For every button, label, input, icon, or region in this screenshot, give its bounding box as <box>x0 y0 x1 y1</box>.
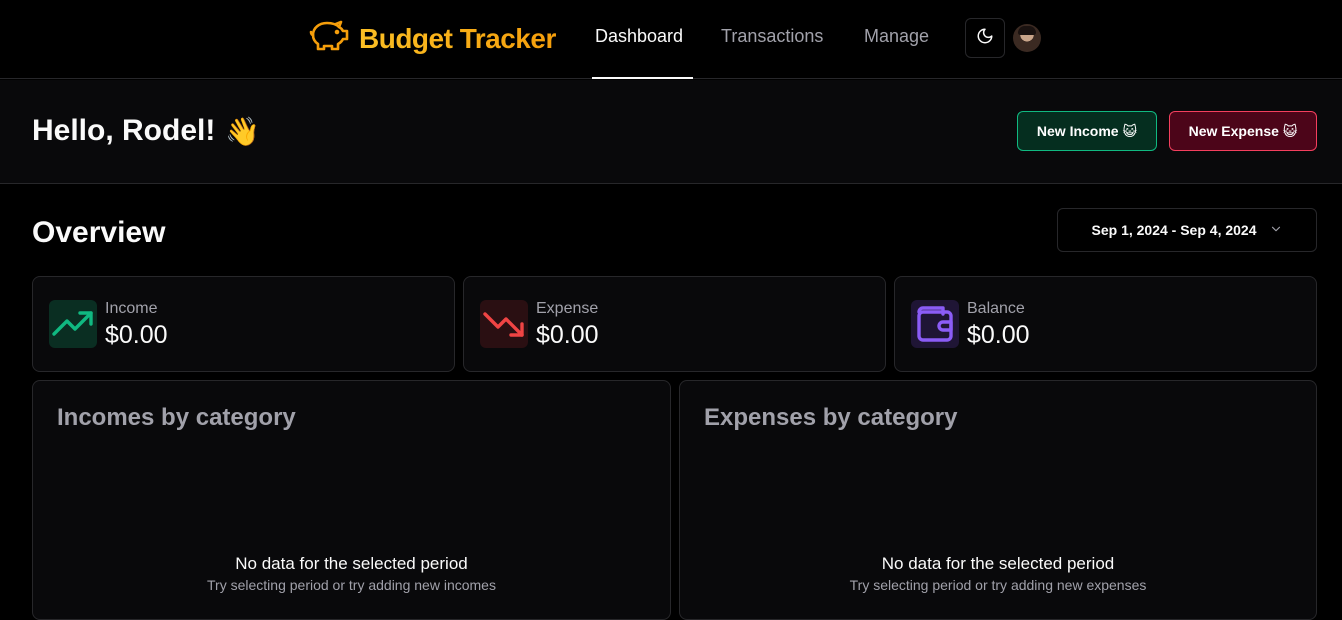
trending-down-icon <box>480 300 528 348</box>
expense-stat-card: Expense $0.00 <box>463 276 886 372</box>
brand-name: Budget Tracker <box>359 22 556 54</box>
new-income-button[interactable]: New Income 😺 <box>1017 111 1157 151</box>
user-avatar[interactable] <box>1013 24 1041 52</box>
expense-label: Expense <box>536 300 599 317</box>
date-range-picker[interactable]: Sep 1, 2024 - Sep 4, 2024 <box>1057 208 1317 252</box>
top-navbar: Budget Tracker Dashboard Transactions Ma… <box>0 0 1342 79</box>
trending-up-icon <box>49 300 97 348</box>
expenses-by-category-card: Expenses by category No data for the sel… <box>679 380 1317 620</box>
income-label: Income <box>105 300 158 317</box>
incomes-by-category-card: Incomes by category No data for the sele… <box>32 380 671 620</box>
wave-emoji: 👋 <box>225 115 261 147</box>
income-stat-card: Income $0.00 <box>32 276 455 372</box>
brand-logo[interactable]: Budget Tracker <box>309 19 556 58</box>
nav-manage[interactable]: Manage <box>864 26 929 47</box>
greeting-text: Hello, Rodel! <box>32 114 216 147</box>
balance-label: Balance <box>967 300 1025 317</box>
greeting-bar: Hello, Rodel! 👋 New Income 😺 New Expense… <box>0 80 1342 184</box>
nav-transactions[interactable]: Transactions <box>721 26 823 47</box>
new-expense-button[interactable]: New Expense 😺 <box>1169 111 1317 151</box>
expense-empty-subtitle: Try selecting period or try adding new e… <box>849 577 1147 593</box>
greeting-heading: Hello, Rodel! 👋 <box>32 114 260 148</box>
expenses-by-category-title: Expenses by category <box>704 404 958 431</box>
nav-dashboard[interactable]: Dashboard <box>595 26 683 47</box>
balance-value: $0.00 <box>967 321 1030 349</box>
date-range-label: Sep 1, 2024 - Sep 4, 2024 <box>1091 222 1257 238</box>
active-nav-indicator <box>592 77 693 79</box>
expense-value: $0.00 <box>536 321 599 349</box>
piggy-bank-icon <box>309 19 351 58</box>
income-empty-subtitle: Try selecting period or try adding new i… <box>207 577 496 593</box>
expense-empty-title: No data for the selected period <box>881 554 1115 573</box>
incomes-by-category-title: Incomes by category <box>57 404 296 431</box>
chevron-down-icon <box>1269 222 1283 239</box>
income-empty-title: No data for the selected period <box>235 554 468 573</box>
balance-stat-card: Balance $0.00 <box>894 276 1317 372</box>
theme-toggle-button[interactable] <box>965 18 1005 58</box>
wallet-icon <box>911 300 959 348</box>
overview-title: Overview <box>32 216 166 249</box>
moon-icon <box>976 27 994 50</box>
income-value: $0.00 <box>105 321 168 349</box>
